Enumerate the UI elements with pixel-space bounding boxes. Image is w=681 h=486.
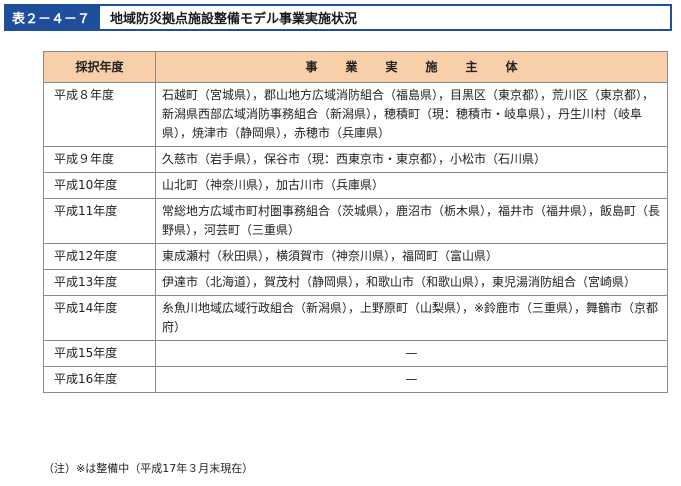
bodies-cell: 糸魚川地域広域行政組合（新潟県），上野原町（山梨県），※鈴鹿市（三重県），舞鶴市… [155, 295, 668, 341]
figure-number-label: 表２－４－７ [6, 6, 101, 29]
table-header-row: 採択年度 事業実施主体 [43, 51, 668, 83]
table-row: 平成11年度 常総地方広域市町村圏事務組合（茨城県），鹿沼市（栃木県），福井市（… [43, 198, 668, 244]
year-cell: 平成10年度 [43, 172, 156, 199]
table-row: 平成12年度 東成瀬村（秋田県），横須賀市（神奈川県），福岡町（富山県） [43, 243, 668, 270]
empty-dash-cell: — [155, 366, 668, 393]
footnote: （注）※は整備中（平成17年３月末現在） [43, 462, 254, 475]
table-row: 平成10年度 山北町（神奈川県），加古川市（兵庫県） [43, 172, 668, 199]
bodies-cell: 東成瀬村（秋田県），横須賀市（神奈川県），福岡町（富山県） [155, 243, 668, 270]
table-row: 平成16年度 — [43, 366, 668, 393]
table-row: 平成14年度 糸魚川地域広域行政組合（新潟県），上野原町（山梨県），※鈴鹿市（三… [43, 295, 668, 341]
table-row: 平成13年度 伊達市（北海道），賀茂村（静岡県），和歌山市（和歌山県），東児湯消… [43, 269, 668, 296]
figure-title-bar: 表２－４－７ 地域防災拠点施設整備モデル事業実施状況 [4, 4, 672, 31]
bodies-cell: 山北町（神奈川県），加古川市（兵庫県） [155, 172, 668, 199]
table-row: 平成９年度 久慈市（岩手県），保谷市（現：西東京市・東京都），小松市（石川県） [43, 146, 668, 173]
bodies-cell: 石越町（宮城県），郡山地方広域消防組合（福島県），目黒区（東京都），荒川区（東京… [155, 82, 668, 147]
year-cell: 平成13年度 [43, 269, 156, 296]
year-cell: 平成12年度 [43, 243, 156, 270]
year-cell: 平成11年度 [43, 198, 156, 244]
year-cell: 平成16年度 [43, 366, 156, 393]
header-adoption-year: 採択年度 [43, 51, 156, 83]
year-cell: 平成９年度 [43, 146, 156, 173]
bodies-cell: 久慈市（岩手県），保谷市（現：西東京市・東京都），小松市（石川県） [155, 146, 668, 173]
table-row: 平成15年度 — [43, 340, 668, 367]
header-implementing-body: 事業実施主体 [155, 51, 668, 83]
table-row: 平成８年度 石越町（宮城県），郡山地方広域消防組合（福島県），目黒区（東京都），… [43, 82, 668, 147]
bodies-cell: 常総地方広域市町村圏事務組合（茨城県），鹿沼市（栃木県），福井市（福井県），飯島… [155, 198, 668, 244]
figure-title: 地域防災拠点施設整備モデル事業実施状況 [110, 12, 358, 27]
bodies-cell: 伊達市（北海道），賀茂村（静岡県），和歌山市（和歌山県），東児湯消防組合（宮崎県… [155, 269, 668, 296]
year-cell: 平成14年度 [43, 295, 156, 341]
year-cell: 平成８年度 [43, 82, 156, 147]
implementation-table: 採択年度 事業実施主体 平成８年度 石越町（宮城県），郡山地方広域消防組合（福島… [43, 51, 668, 393]
empty-dash-cell: — [155, 340, 668, 367]
year-cell: 平成15年度 [43, 340, 156, 367]
